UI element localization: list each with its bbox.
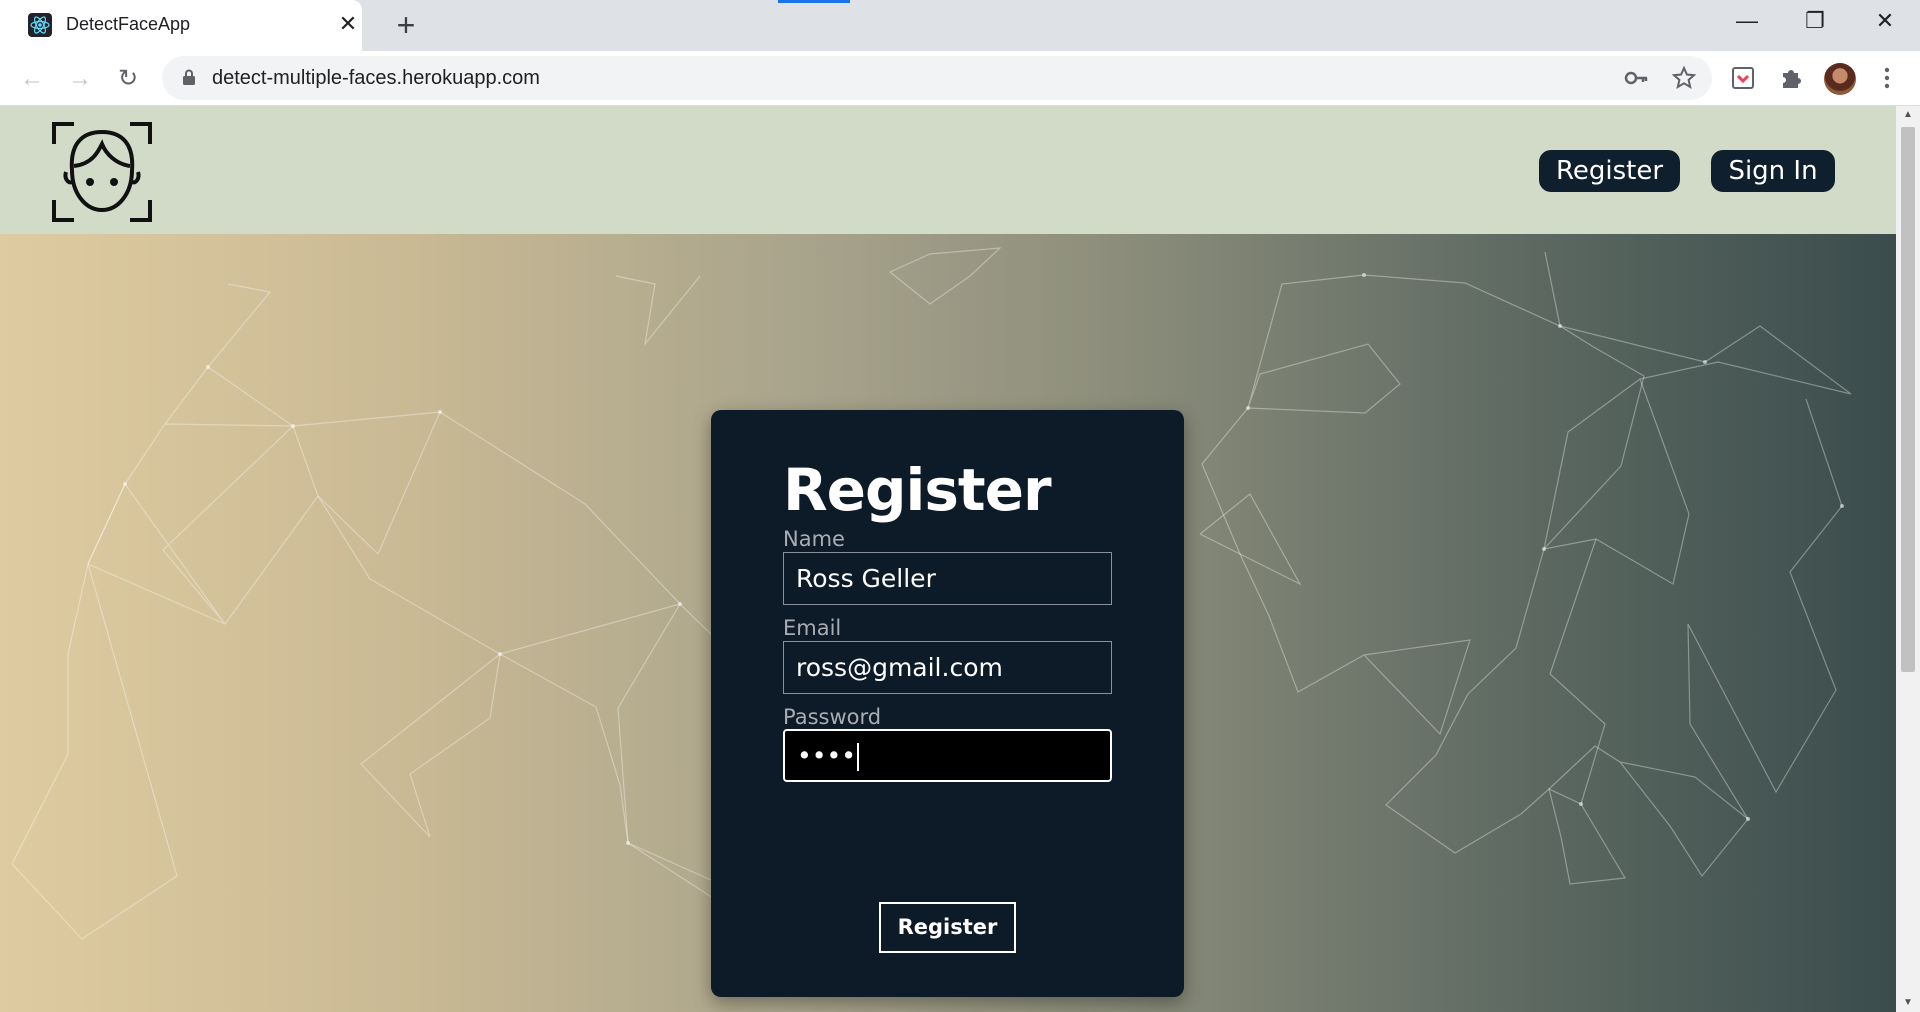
tab-title: DetectFaceApp <box>66 14 191 34</box>
scroll-thumb[interactable] <box>1901 127 1915 672</box>
header-signin-button[interactable]: Sign In <box>1711 150 1835 192</box>
url-text[interactable]: detect-multiple-faces.herokuapp.com <box>212 67 540 90</box>
password-label: Password <box>783 705 882 729</box>
password-field[interactable]: •••• <box>783 729 1112 782</box>
star-icon[interactable] <box>1670 64 1698 92</box>
register-card: Register Name Ross Geller Email ross@gma… <box>711 410 1184 997</box>
password-value: •••• <box>797 741 856 770</box>
hero-background: Register Name Ross Geller Email ross@gma… <box>0 234 1896 1012</box>
forward-button[interactable]: → <box>64 63 96 95</box>
puzzle-icon[interactable] <box>1776 63 1806 93</box>
loading-indicator <box>778 0 850 3</box>
lock-icon <box>183 69 195 85</box>
text-caret <box>856 743 859 771</box>
close-window-button[interactable]: ✕ <box>1856 0 1914 45</box>
minimize-button[interactable]: — <box>1718 0 1776 45</box>
key-icon[interactable] <box>1622 64 1650 92</box>
avatar[interactable] <box>1824 63 1856 95</box>
name-field[interactable]: Ross Geller <box>783 552 1112 605</box>
scroll-up-arrow-icon[interactable]: ▲ <box>1896 106 1920 124</box>
face-detect-logo <box>52 122 152 222</box>
more-icon[interactable] <box>1872 63 1902 93</box>
browser-tab[interactable]: DetectFaceApp ✕ <box>0 0 362 51</box>
register-submit-button[interactable]: Register <box>879 902 1016 953</box>
address-bar[interactable]: detect-multiple-faces.herokuapp.com <box>162 56 1712 100</box>
email-label: Email <box>783 616 842 640</box>
pocket-icon[interactable] <box>1728 63 1758 93</box>
scroll-down-arrow-icon[interactable]: ▼ <box>1896 994 1920 1012</box>
reload-button[interactable]: ↻ <box>112 63 144 95</box>
header-register-button[interactable]: Register <box>1539 150 1680 192</box>
form-title: Register <box>783 456 1052 524</box>
tab-strip: DetectFaceApp ✕ + — ❐ ✕ <box>0 0 1920 51</box>
tab-close-icon[interactable]: ✕ <box>336 12 360 36</box>
back-button[interactable]: ← <box>16 63 48 95</box>
page-viewport: Register Sign In Register Name Ross Gell… <box>0 106 1896 1012</box>
browser-toolbar: ← → ↻ detect-multiple-faces.herokuapp.co… <box>0 51 1920 106</box>
name-label: Name <box>783 527 845 551</box>
restore-button[interactable]: ❐ <box>1786 0 1844 45</box>
email-field[interactable]: ross@gmail.com <box>783 641 1112 694</box>
new-tab-button[interactable]: + <box>390 9 422 41</box>
react-favicon-icon <box>28 13 52 37</box>
site-header: Register Sign In <box>0 106 1896 234</box>
